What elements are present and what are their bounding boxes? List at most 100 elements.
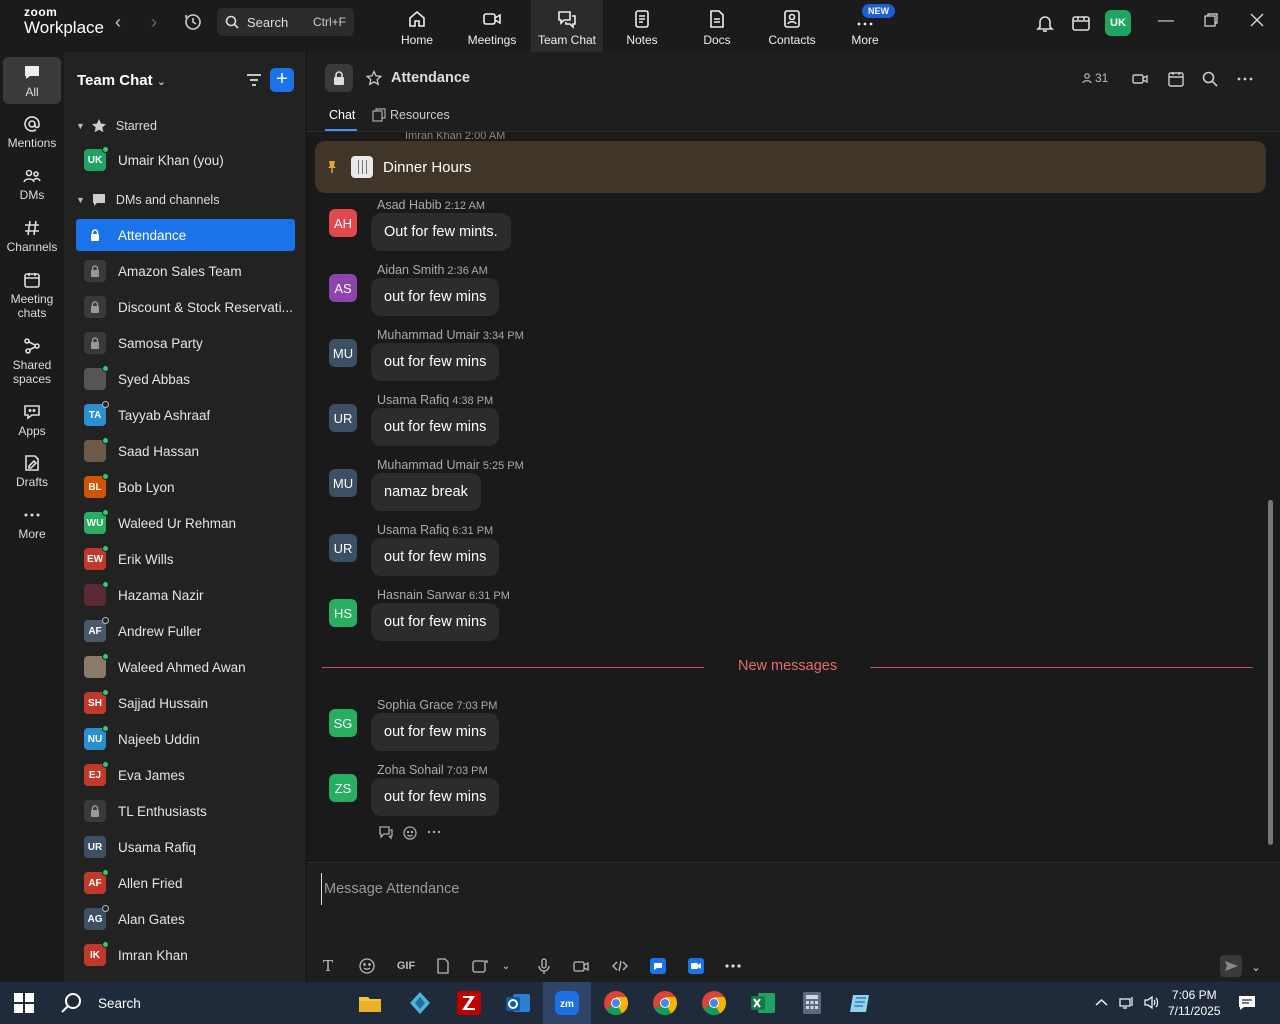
message-item[interactable]: MU Muhammad Umair 5:25 PM namaz break	[329, 458, 929, 518]
emoji-icon[interactable]	[358, 957, 376, 975]
send-options-chevron-icon[interactable]: ⌄	[1247, 958, 1265, 976]
avatar[interactable]: MU	[329, 339, 357, 367]
video-message-icon[interactable]	[572, 957, 590, 975]
sidebar-title[interactable]: Team Chat ⌄	[77, 72, 166, 89]
sidebar-item-saad-hassan[interactable]: Saad Hassan	[76, 435, 295, 467]
more-actions-icon[interactable]	[426, 824, 442, 840]
sidebar-item-attendance[interactable]: Attendance	[76, 219, 295, 251]
nav-meetings[interactable]: Meetings	[456, 0, 528, 52]
sidebar-item-erik-wills[interactable]: EW Erik Wills	[76, 543, 295, 575]
sidebar-item-waleed-ur-rehman[interactable]: WU Waleed Ur Rehman	[76, 507, 295, 539]
filezilla-icon[interactable]	[455, 989, 483, 1017]
avatar[interactable]: AS	[329, 274, 357, 302]
rail-more[interactable]: More	[0, 505, 64, 542]
network-icon[interactable]	[1118, 994, 1135, 1011]
message-bubble[interactable]: out for few mins	[371, 278, 500, 316]
sidebar-item-bob-lyon[interactable]: BL Bob Lyon	[76, 471, 295, 503]
search-icon[interactable]	[1201, 70, 1219, 88]
bell-icon[interactable]	[1034, 12, 1056, 34]
rail-meeting-chats[interactable]: Meeting chats	[0, 270, 64, 321]
message-bubble[interactable]: out for few mins	[371, 408, 500, 446]
nav-team-chat[interactable]: Team Chat	[531, 0, 603, 52]
message-item[interactable]: UR Usama Rafiq 6:31 PM out for few mins	[329, 523, 929, 583]
nav-docs[interactable]: Docs	[681, 0, 753, 52]
message-bubble[interactable]: out for few mins	[371, 343, 500, 381]
rail-drafts[interactable]: Drafts	[0, 453, 64, 490]
member-count-button[interactable]: 31	[1081, 71, 1108, 85]
calculator-icon[interactable]	[798, 989, 826, 1017]
sidebar-item-najeeb-uddin[interactable]: NU Najeeb Uddin	[76, 723, 295, 755]
message-list[interactable]: Imran Khan 2:00 AM Dinner Hours AH Asad H…	[307, 132, 1280, 862]
message-item[interactable]: MU Muhammad Umair 3:34 PM out for few mins	[329, 328, 929, 388]
nav-home[interactable]: Home	[381, 0, 453, 52]
new-chat-button[interactable]: +	[270, 68, 294, 92]
message-item[interactable]: UR Usama Rafiq 4:38 PM out for few mins	[329, 393, 929, 453]
chrome-profile-2-icon[interactable]	[700, 989, 728, 1017]
sender-name[interactable]: Zoha Sohail	[377, 763, 444, 777]
message-item[interactable]: AH Asad Habib 2:12 AM Out for few mints.	[329, 198, 929, 258]
starred-item-umair-khan-you[interactable]: UK Umair Khan (you)	[76, 144, 295, 176]
sender-name[interactable]: Aidan Smith	[377, 263, 444, 277]
emoji-reaction-icon[interactable]	[402, 824, 418, 840]
message-bubble[interactable]: out for few mins	[371, 538, 500, 576]
sender-name[interactable]: Hasnain Sarwar	[377, 588, 466, 602]
nav-contacts[interactable]: Contacts	[756, 0, 828, 52]
message-bubble[interactable]: out for few mins	[371, 603, 500, 641]
sender-name[interactable]: Muhammad Umair	[377, 328, 480, 342]
message-bubble[interactable]: out for few mins	[371, 778, 500, 816]
sidebar-item-eva-james[interactable]: EJ Eva James	[76, 759, 295, 791]
file-icon[interactable]	[434, 957, 452, 975]
search-button[interactable]: Search Ctrl+F	[217, 8, 354, 36]
sender-name[interactable]: Sophia Grace	[377, 698, 453, 712]
avatar[interactable]: AH	[329, 209, 357, 237]
sender-name[interactable]: Asad Habib	[377, 198, 442, 212]
calendar-app-icon[interactable]	[1070, 12, 1092, 34]
sidebar-item-hazama-nazir[interactable]: Hazama Nazir	[76, 579, 295, 611]
history-icon[interactable]	[183, 12, 203, 32]
notification-center-icon[interactable]	[1237, 993, 1257, 1013]
gif-icon[interactable]: GIF	[395, 957, 417, 975]
rail-apps[interactable]: Apps	[0, 402, 64, 439]
microphone-icon[interactable]	[535, 957, 553, 975]
avatar[interactable]: UR	[329, 404, 357, 432]
rail-dms[interactable]: DMs	[0, 166, 64, 203]
restore-button[interactable]	[1203, 12, 1219, 28]
minimize-button[interactable]: —	[1158, 12, 1174, 30]
sidebar-item-imran-khan[interactable]: IK Imran Khan	[76, 939, 295, 971]
code-snippet-icon[interactable]	[611, 957, 629, 975]
avatar[interactable]: ZS	[329, 774, 357, 802]
rail-all[interactable]: All	[3, 57, 61, 104]
pinned-message-bar[interactable]: Dinner Hours	[315, 141, 1266, 193]
chevron-up-icon[interactable]	[1093, 994, 1110, 1011]
sidebar-item-tl-enthusiasts[interactable]: TL Enthusiasts	[76, 795, 295, 827]
sidebar-item-usama-rafiq[interactable]: UR Usama Rafiq	[76, 831, 295, 863]
star-outline-icon[interactable]	[366, 70, 382, 86]
message-bubble[interactable]: Out for few mints.	[371, 213, 511, 251]
chrome-icon[interactable]	[602, 989, 630, 1017]
avatar[interactable]: MU	[329, 469, 357, 497]
back-arrow-icon[interactable]: ‹	[115, 12, 121, 33]
avatar[interactable]: SG	[329, 709, 357, 737]
sidebar-item-sajjad-hussain[interactable]: SH Sajjad Hussain	[76, 687, 295, 719]
sidebar-item-samosa-party[interactable]: Samosa Party	[76, 327, 295, 359]
windows-start-icon[interactable]	[14, 993, 34, 1013]
reply-icon[interactable]	[378, 824, 394, 840]
rail-channels[interactable]: Channels	[0, 218, 64, 255]
more-options-icon[interactable]	[1236, 70, 1254, 88]
dms-section-header[interactable]: ▼ DMs and channels	[76, 192, 219, 208]
sidebar-item-amazon-sales-team[interactable]: Amazon Sales Team	[76, 255, 295, 287]
message-item[interactable]: SG Sophia Grace 7:03 PM out for few mins	[329, 698, 929, 758]
send-button[interactable]	[1220, 955, 1242, 977]
video-icon[interactable]	[1131, 70, 1149, 88]
sender-name[interactable]: Usama Rafiq	[377, 523, 449, 537]
message-scrollbar[interactable]	[1268, 500, 1273, 845]
filter-icon[interactable]	[244, 70, 264, 90]
message-item[interactable]: AS Aidan Smith 2:36 AM out for few mins	[329, 263, 929, 323]
screenshot-options-chevron-icon[interactable]: ⌄	[497, 957, 515, 975]
screenshot-icon[interactable]	[471, 957, 489, 975]
profile-avatar[interactable]: UK	[1105, 10, 1131, 36]
chrome-profile-icon[interactable]	[651, 989, 679, 1017]
sidebar-item-tayyab-ashraaf[interactable]: TA Tayyab Ashraaf	[76, 399, 295, 431]
taskbar-clock[interactable]: 7:06 PM 7/11/2025	[1168, 987, 1221, 1019]
volume-icon[interactable]	[1143, 994, 1160, 1011]
